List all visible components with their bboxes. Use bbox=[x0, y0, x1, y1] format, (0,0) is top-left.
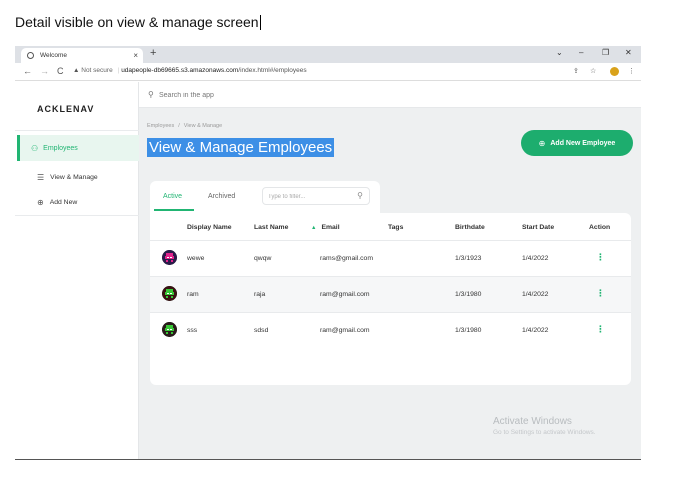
column-header-email[interactable]: ▲ Email bbox=[311, 224, 340, 231]
active-tab-indicator bbox=[154, 209, 194, 211]
search-input[interactable] bbox=[159, 87, 319, 103]
cell-display-name: wewe bbox=[187, 255, 205, 262]
restore-button[interactable]: ❐ bbox=[602, 48, 609, 57]
cell-last-name: sdsd bbox=[254, 327, 269, 334]
kebab-icon[interactable]: ⋮ bbox=[596, 289, 605, 298]
logo: ACKLENAV bbox=[37, 104, 95, 114]
minimize-button[interactable]: – bbox=[579, 48, 583, 57]
plus-circle-icon: ⊕ bbox=[37, 198, 44, 207]
avatar-icon bbox=[162, 250, 177, 265]
column-header-tags[interactable]: Tags bbox=[388, 224, 403, 231]
search-icon: ⚲ bbox=[357, 191, 363, 200]
column-header-start-date[interactable]: Start Date bbox=[522, 224, 554, 231]
cell-birthdate: 1/3/1980 bbox=[455, 327, 482, 334]
tab-title: Welcome bbox=[40, 52, 67, 59]
cell-display-name: ram bbox=[187, 291, 199, 298]
breadcrumb-employees[interactable]: Employees bbox=[147, 123, 174, 129]
close-tab-icon[interactable]: × bbox=[133, 51, 138, 60]
sidebar-divider bbox=[15, 215, 139, 216]
url-field[interactable]: ▲ Not secure | udapeople-db69665.s3.amazo… bbox=[73, 67, 307, 74]
sidebar-item-employees[interactable]: ⚇ Employees bbox=[17, 135, 139, 161]
activate-windows-title: Activate Windows bbox=[493, 416, 572, 427]
cell-start-date: 1/4/2022 bbox=[522, 291, 549, 298]
cell-birthdate: 1/3/1923 bbox=[455, 255, 482, 262]
document-caption: Detail visible on view & manage screen bbox=[15, 14, 261, 30]
security-label: Not secure bbox=[81, 67, 113, 74]
new-tab-button[interactable]: + bbox=[150, 47, 156, 59]
globe-icon bbox=[27, 52, 34, 59]
employees-table: Display Name Last Name ▲ Email Tags Birth… bbox=[150, 213, 631, 385]
sidebar-item-label: Add New bbox=[49, 199, 78, 206]
url-path: /index.html#/employees bbox=[238, 67, 307, 74]
sidebar-divider bbox=[15, 130, 139, 131]
tab-active[interactable]: Active bbox=[163, 193, 182, 200]
page-title: View & Manage Employees bbox=[147, 138, 335, 157]
address-bar: ← → C ▲ Not secure | udapeople-db69665.s3… bbox=[15, 63, 641, 81]
cell-display-name: sss bbox=[187, 327, 198, 334]
cell-start-date: 1/4/2022 bbox=[522, 255, 549, 262]
cell-email: ram@gmail.com bbox=[320, 291, 370, 298]
sidebar: ACKLENAV ⚇ Employees ☰ View & Manage ⊕ A… bbox=[15, 82, 139, 459]
kebab-icon[interactable]: ⋮ bbox=[596, 253, 605, 262]
activate-windows-subtitle: Go to Settings to activate Windows. bbox=[493, 429, 596, 436]
close-window-button[interactable]: ✕ bbox=[625, 48, 632, 57]
cell-last-name: raja bbox=[254, 291, 266, 298]
profile-avatar[interactable] bbox=[610, 67, 619, 76]
url-domain: udapeople-db69665.s3.amazonaws.com bbox=[121, 67, 239, 74]
browser-tab-bar: Welcome × + ⌄ – ❐ ✕ bbox=[15, 46, 641, 63]
tab-search-icon[interactable]: ⌄ bbox=[556, 48, 563, 57]
sidebar-item-add-new[interactable]: ⊕ Add New bbox=[37, 198, 77, 207]
table-row[interactable]: wewe qwqw rams@gmail.com 1/3/1923 1/4/20… bbox=[150, 240, 631, 276]
sidebar-item-view-manage[interactable]: ☰ View & Manage bbox=[37, 173, 98, 182]
reload-button[interactable]: C bbox=[57, 66, 64, 76]
cell-email: ram@gmail.com bbox=[320, 327, 370, 334]
filter-input[interactable] bbox=[268, 191, 353, 202]
share-icon[interactable]: ⇪ bbox=[573, 67, 579, 75]
warning-icon: ▲ bbox=[73, 67, 82, 74]
avatar-icon bbox=[162, 322, 177, 337]
add-new-employee-button[interactable]: ⊕ Add New Employee bbox=[521, 130, 633, 156]
add-button-label: Add New Employee bbox=[550, 139, 616, 147]
cell-start-date: 1/4/2022 bbox=[522, 327, 549, 334]
search-icon: ⚲ bbox=[148, 90, 154, 99]
cell-birthdate: 1/3/1980 bbox=[455, 291, 482, 298]
app-topbar: ⚲ bbox=[139, 82, 641, 108]
kebab-icon[interactable]: ⋮ bbox=[596, 325, 605, 334]
browser-window: Welcome × + ⌄ – ❐ ✕ ← → C ▲ Not secure | … bbox=[15, 46, 641, 460]
tabs-bar: Active Archived ⚲ bbox=[150, 181, 380, 213]
forward-button[interactable]: → bbox=[40, 66, 49, 76]
sidebar-item-label: View & Manage bbox=[50, 174, 98, 181]
app: ACKLENAV ⚇ Employees ☰ View & Manage ⊕ A… bbox=[15, 82, 641, 459]
filter-box: ⚲ bbox=[262, 187, 370, 205]
back-button[interactable]: ← bbox=[23, 66, 32, 76]
column-header-last-name[interactable]: Last Name bbox=[254, 224, 288, 231]
column-header-birthdate[interactable]: Birthdate bbox=[455, 224, 485, 231]
person-icon: ⚇ bbox=[31, 143, 39, 153]
menu-icon[interactable]: ⋮ bbox=[628, 67, 635, 75]
list-icon: ☰ bbox=[37, 173, 45, 182]
plus-circle-icon: ⊕ bbox=[538, 138, 546, 148]
sidebar-item-label: Employees bbox=[43, 144, 78, 152]
breadcrumb: Employees / View & Manage bbox=[147, 123, 226, 129]
column-header-action: Action bbox=[589, 224, 611, 231]
breadcrumb-separator: / bbox=[178, 123, 180, 129]
avatar-icon bbox=[162, 286, 177, 301]
browser-tab[interactable]: Welcome × bbox=[21, 48, 143, 63]
breadcrumb-current: View & Manage bbox=[183, 123, 223, 129]
column-header-display-name[interactable]: Display Name bbox=[187, 224, 232, 231]
text-cursor bbox=[259, 15, 261, 30]
cell-last-name: qwqw bbox=[254, 255, 272, 262]
bookmark-star-icon[interactable]: ☆ bbox=[590, 67, 596, 75]
table-row[interactable]: ram raja ram@gmail.com 1/3/1980 1/4/2022… bbox=[150, 276, 631, 312]
cell-email: rams@gmail.com bbox=[320, 255, 373, 262]
sort-ascending-icon: ▲ bbox=[311, 225, 317, 231]
table-row[interactable]: sss sdsd ram@gmail.com 1/3/1980 1/4/2022… bbox=[150, 312, 631, 348]
tab-archived[interactable]: Archived bbox=[208, 193, 235, 200]
column-header-email-label: Email bbox=[321, 224, 340, 231]
